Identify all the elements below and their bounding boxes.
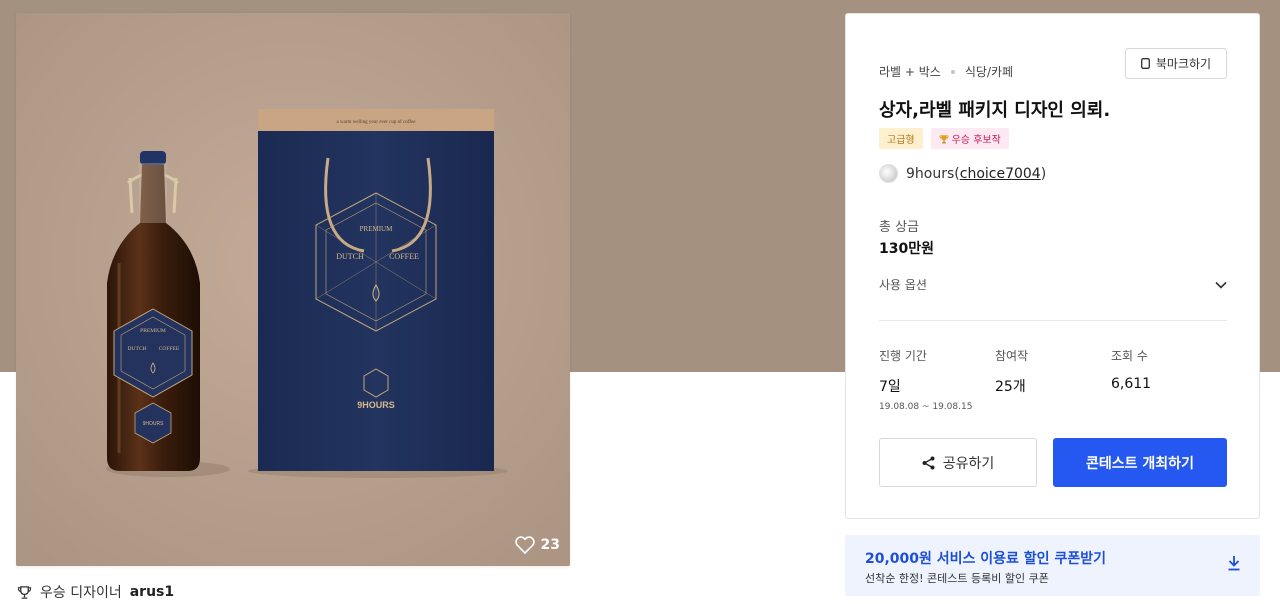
bookmark-label: 북마크하기 [1155, 57, 1212, 71]
winner-name[interactable]: arus1 [130, 584, 174, 600]
bookmark-button[interactable]: 북마크하기 [1125, 48, 1227, 79]
coupon-banner[interactable]: 20,000원 서비스 이용료 할인 쿠폰받기 선착순 한정! 콘테스트 등록비… [845, 535, 1260, 596]
prize-value: 130만원 [879, 241, 934, 257]
close-paren: ) [1040, 165, 1047, 182]
like-count: 23 [540, 537, 560, 553]
stat-entries: 참여작 25개 [995, 347, 1111, 412]
winner-designer: 우승 디자이너 arus1 [17, 582, 174, 602]
badge-row: 고급형 우승 후보작 [879, 128, 1009, 149]
premium-badge: 고급형 [879, 128, 923, 149]
bottle-label-premium: PREMIUM [140, 328, 166, 334]
bookmark-icon [1140, 58, 1150, 69]
winner-candidate-badge: 우승 후보작 [930, 128, 1009, 149]
premium-badge-label: 고급형 [887, 135, 915, 146]
contest-title: 상자,라벨 패키지 디자인 의뢰. [879, 100, 1111, 121]
host-contest-button[interactable]: 콘테스트 개최하기 [1053, 438, 1227, 487]
product-image[interactable]: PREMIUM DUTCH COFFEE 9HOURS a warm welli… [16, 13, 570, 566]
box-label-dutch: DUTCH [336, 252, 364, 261]
like-counter[interactable]: 23 [514, 536, 560, 554]
client-handle-link[interactable]: choice7004 [960, 166, 1041, 182]
contest-info-card: 라벨 + 박스 식당/카페 북마크하기 상자,라벨 패키지 디자인 의뢰. 고급… [845, 13, 1260, 519]
stat-views: 조회 수 6,611 [1111, 347, 1227, 412]
views-value: 6,611 [1111, 376, 1152, 392]
winner-label: 우승 디자이너 [40, 585, 122, 601]
heart-icon [514, 536, 535, 554]
category-link[interactable]: 라벨 + 박스 [879, 63, 941, 80]
trophy-icon [17, 585, 32, 599]
divider [879, 320, 1227, 321]
options-label: 사용 옵션 [879, 278, 927, 292]
product-mockup-illustration: PREMIUM DUTCH COFFEE 9HOURS a warm welli… [16, 13, 570, 566]
download-icon[interactable] [1227, 555, 1241, 571]
avatar [879, 164, 898, 183]
box-label-coffee: COFFEE [389, 252, 419, 261]
share-icon [922, 456, 935, 469]
chevron-down-icon [1215, 281, 1227, 289]
entries-label: 참여작 [995, 349, 1029, 363]
options-toggle[interactable]: 사용 옵션 [879, 276, 1227, 293]
category-breadcrumb: 라벨 + 박스 식당/카페 [879, 63, 1013, 80]
contest-stats: 진행 기간 7일 19.08.08 ~ 19.08.15 참여작 25개 조회 … [879, 347, 1227, 412]
client-info: 9hours(choice7004) [879, 164, 1046, 183]
gift-box: a warm welling your ever cup of coffee P… [258, 109, 494, 471]
prize-label: 총 상금 [879, 220, 920, 235]
client-name: 9hours [906, 165, 955, 182]
winner-candidate-label: 우승 후보작 [951, 135, 1001, 146]
views-label: 조회 수 [1111, 349, 1148, 363]
trophy-icon [939, 134, 949, 143]
subcategory-link[interactable]: 식당/카페 [965, 63, 1013, 80]
entries-value: 25개 [995, 379, 1026, 395]
share-label: 공유하기 [942, 455, 995, 472]
box-top-text: a warm welling your ever cup of coffee [337, 120, 417, 125]
stat-period: 진행 기간 7일 19.08.08 ~ 19.08.15 [879, 347, 995, 412]
period-label: 진행 기간 [879, 349, 927, 363]
box-label-premium: PREMIUM [360, 225, 393, 233]
bottle-label-dutch: DUTCH [128, 346, 147, 352]
period-value: 7일 [879, 379, 901, 395]
bottle-brand: 9HOURS [143, 421, 165, 427]
coupon-title: 20,000원 서비스 이용료 할인 쿠폰받기 [865, 551, 1106, 567]
period-range: 19.08.08 ~ 19.08.15 [879, 402, 973, 412]
bottle-label-coffee: COFFEE [159, 346, 180, 352]
box-brand: 9HOURS [357, 400, 395, 410]
separator-dot [950, 69, 955, 74]
coupon-subtitle: 선착순 한정! 콘테스트 등록비 할인 쿠폰 [865, 572, 1049, 585]
share-button[interactable]: 공유하기 [879, 438, 1037, 487]
